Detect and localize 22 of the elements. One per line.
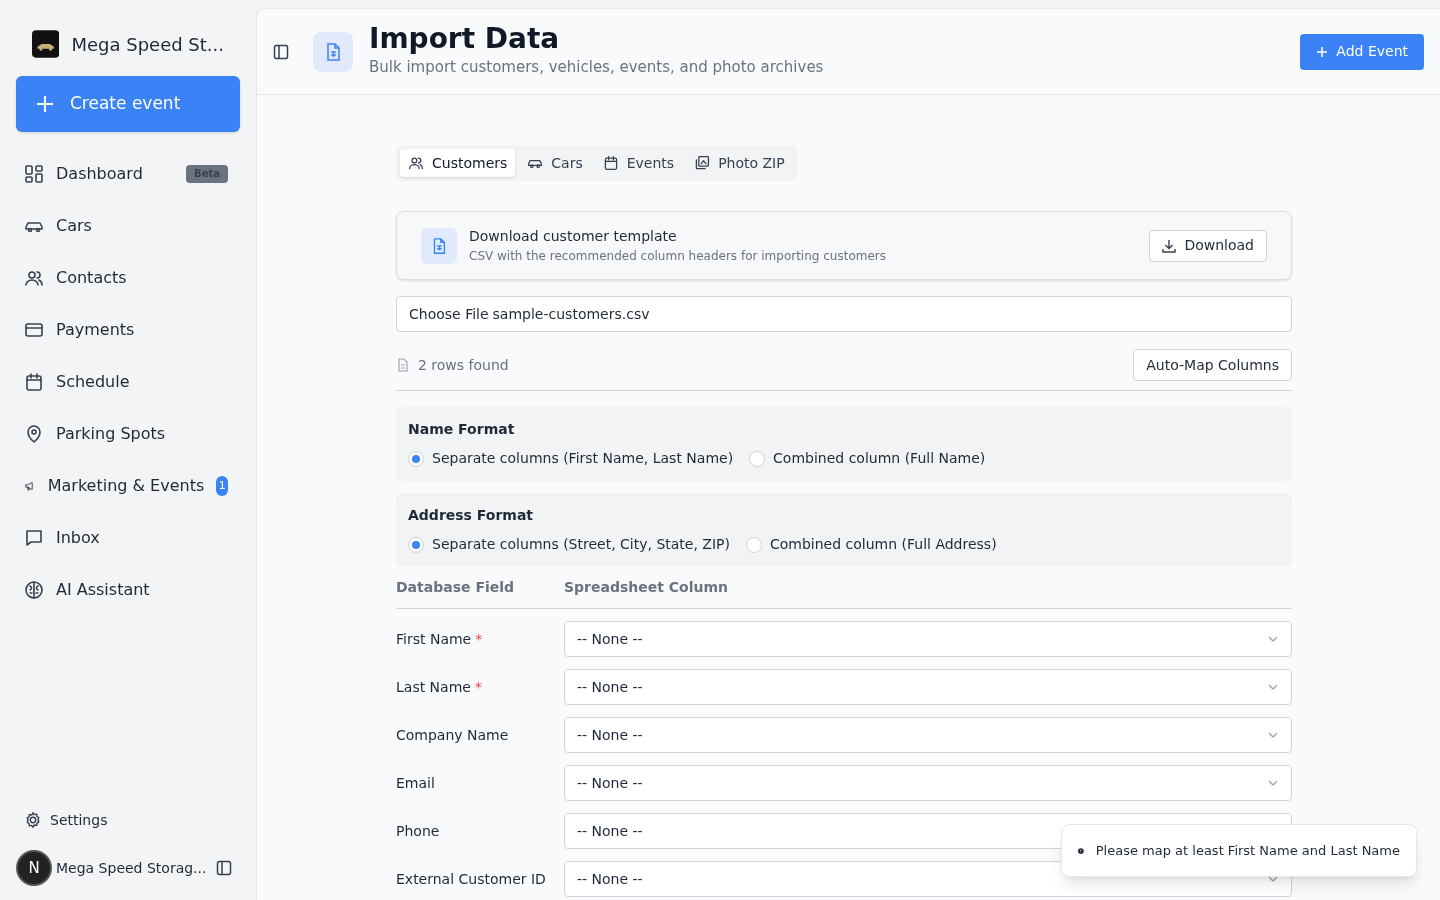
page-subtitle: Bulk import customers, vehicles, events, and photo archives [369,56,824,78]
brand-name: Mega Speed St... [71,32,224,57]
field-label: Company Name [396,725,510,745]
radio-label: Combined column (Full Address) [769,535,997,554]
radio-label: Separate columns (First Name, Last Name) [432,449,734,468]
radio-label: Separate columns (Street, City, State, ZIP) [432,535,730,554]
field-label: Email [396,773,436,793]
field-label: Phone [396,821,441,841]
count-badge: 1 [216,476,228,496]
template-title: Download customer template [469,227,678,246]
field-label: External Customer ID [396,869,547,889]
format-title: Name Format [408,420,516,439]
field-label: Last Name * [396,677,483,697]
column-header: Database Field [396,578,516,597]
page-title: Import Data [369,20,561,56]
radio-label: Combined column (Full Name) [773,449,986,468]
column-header: Spreadsheet Column [564,578,729,597]
user-name: Mega Speed Storag... [56,858,207,878]
format-title: Address Format [408,506,535,525]
field-label: First Name * [396,629,484,649]
template-description: CSV with the recommended column headers for importing customers [469,248,886,265]
rows-found-text: 2 rows found [418,355,509,375]
